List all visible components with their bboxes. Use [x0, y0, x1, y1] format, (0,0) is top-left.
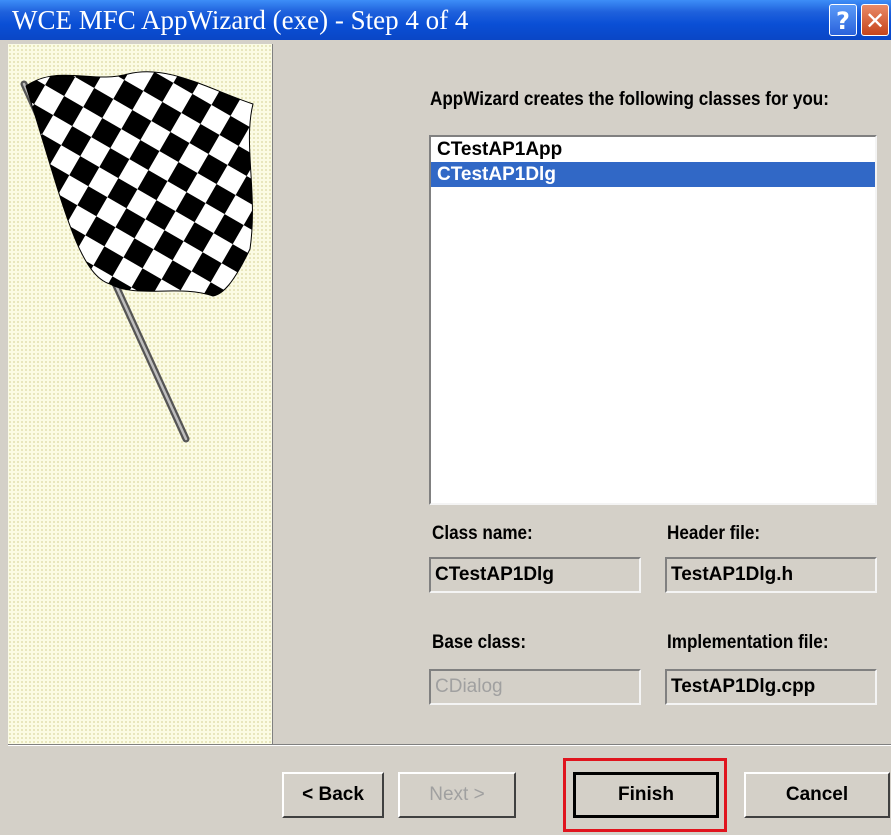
implementation-file-field[interactable]: TestAP1Dlg.cpp: [665, 669, 877, 705]
header-file-label: Header file:: [667, 523, 761, 544]
button-separator: [8, 744, 891, 746]
cancel-button[interactable]: Cancel: [744, 772, 890, 818]
wizard-image-panel: [8, 44, 273, 744]
close-icon: ✕: [864, 7, 886, 35]
checkered-flag-icon: [20, 71, 254, 443]
title-bar[interactable]: WCE MFC AppWizard (exe) - Step 4 of 4 ? …: [0, 0, 891, 40]
list-item-selected[interactable]: CTestAP1Dlg: [431, 162, 875, 187]
help-button[interactable]: ?: [829, 4, 857, 36]
class-name-label: Class name:: [432, 523, 533, 544]
list-item-label: CTestAP1App: [437, 139, 563, 160]
base-class-field: CDialog: [429, 669, 641, 705]
close-button[interactable]: ✕: [861, 4, 889, 36]
implementation-file-label: Implementation file:: [667, 632, 829, 653]
header-file-field[interactable]: TestAP1Dlg.h: [665, 557, 877, 593]
base-class-label: Base class:: [432, 632, 527, 653]
back-button[interactable]: < Back: [282, 772, 384, 818]
help-icon: ?: [836, 7, 850, 35]
window-title: WCE MFC AppWizard (exe) - Step 4 of 4: [12, 5, 469, 35]
list-item-label: CTestAP1Dlg: [437, 164, 556, 185]
classes-heading: AppWizard creates the following classes …: [430, 89, 829, 110]
finish-highlight-annotation: [563, 758, 727, 832]
class-name-field[interactable]: CTestAP1Dlg: [429, 557, 641, 593]
classes-listbox[interactable]: CTestAP1App CTestAP1Dlg: [429, 135, 877, 505]
next-button: Next >: [398, 772, 516, 818]
list-item[interactable]: CTestAP1App: [431, 137, 875, 162]
